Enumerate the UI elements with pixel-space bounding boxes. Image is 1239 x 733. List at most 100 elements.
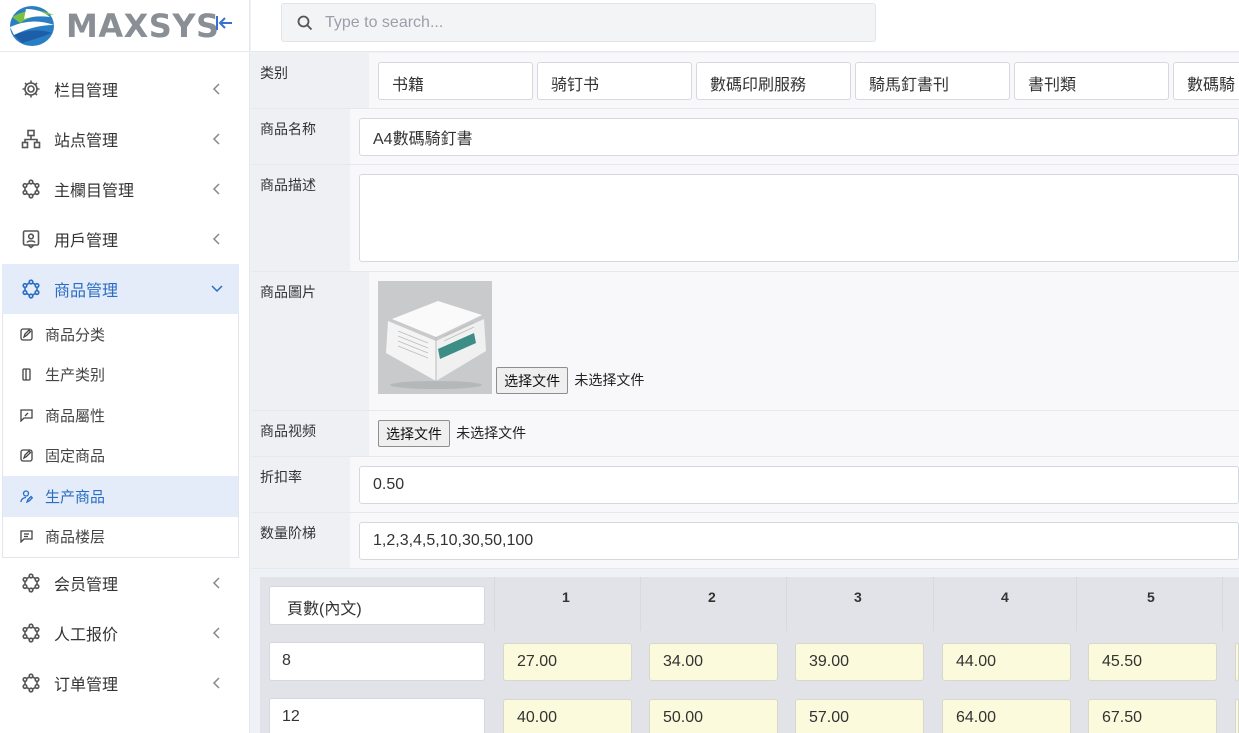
- sidebar-item-product-management[interactable]: 商品管理: [2, 264, 239, 314]
- submenu-item-label: 生产类别: [45, 367, 106, 385]
- price-input[interactable]: 40.00: [503, 699, 632, 733]
- comment-icon: [19, 530, 33, 544]
- image-file-status: 未选择文件: [574, 372, 645, 388]
- image-choose-file-button[interactable]: 选择文件: [496, 367, 569, 394]
- product-video-label: 商品视频: [251, 411, 369, 456]
- price-input[interactable]: 39.00: [795, 643, 924, 681]
- category-option[interactable]: 騎馬釘書刊: [855, 62, 1010, 100]
- price-input[interactable]: 27.00: [503, 643, 632, 681]
- sidebar-item-label: 用戶管理: [54, 233, 119, 250]
- category-field: 书籍 骑钉书 數碼印刷服務 騎馬釘書刊 書刊類 數碼騎: [369, 53, 1239, 108]
- gear-icon: [20, 78, 42, 100]
- sidebar-item-main-column-management[interactable]: 主欄目管理: [0, 164, 249, 214]
- sidebar-item-manual-quote[interactable]: 人工报价: [0, 608, 249, 658]
- product-description-input[interactable]: [359, 174, 1239, 262]
- product-video-row: 商品视频 选择文件 未选择文件: [251, 411, 1239, 457]
- pages-input[interactable]: 8: [269, 642, 485, 681]
- sitemap-icon: [20, 128, 42, 150]
- category-option[interactable]: 骑钉书: [537, 62, 692, 100]
- submenu-item-product-floors[interactable]: 商品楼层: [3, 517, 238, 558]
- hexagon-network-icon: [20, 572, 42, 594]
- category-option[interactable]: 數碼騎: [1173, 62, 1239, 100]
- chevron-down-icon: [211, 285, 223, 293]
- sidebar-item-user-management[interactable]: 用戶管理: [0, 214, 249, 264]
- category-option[interactable]: 書刊類: [1014, 62, 1169, 100]
- column-divider: [1222, 577, 1223, 631]
- product-name-input[interactable]: [359, 118, 1239, 156]
- search-icon: [297, 15, 313, 30]
- top-bar: [251, 0, 1239, 52]
- sidebar-item-member-management[interactable]: 会员管理: [0, 558, 249, 608]
- chevron-left-icon: [212, 627, 220, 639]
- chevron-left-icon: [212, 133, 220, 145]
- quantity-tiers-input[interactable]: [359, 522, 1239, 560]
- column-divider: [786, 577, 787, 631]
- hexagon-network-icon: [20, 278, 42, 300]
- sidebar-item-column-management[interactable]: 栏目管理: [0, 64, 249, 114]
- sidebar-item-site-management[interactable]: 站点管理: [0, 114, 249, 164]
- sidebar-item-label: 人工报价: [54, 627, 119, 644]
- hexagon-network-icon: [20, 672, 42, 694]
- brand-name: MAXSYS: [66, 6, 220, 45]
- submenu-item-product-attributes[interactable]: 商品屬性: [3, 395, 238, 436]
- quantity-tiers-label: 数量阶梯: [251, 513, 350, 568]
- chevron-left-icon: [212, 677, 220, 689]
- product-name-label: 商品名称: [251, 109, 350, 164]
- category-option[interactable]: 书籍: [378, 62, 533, 100]
- search-box[interactable]: [281, 3, 876, 42]
- edit-square-icon: [19, 449, 33, 463]
- chevron-left-icon: [212, 183, 220, 195]
- edit-square-icon: [19, 327, 33, 341]
- submenu-item-production-products[interactable]: 生产商品: [3, 476, 238, 517]
- collapse-sidebar-icon[interactable]: [213, 12, 235, 34]
- submenu-item-fixed-products[interactable]: 固定商品: [3, 436, 238, 477]
- quantity-tiers-field: [350, 513, 1239, 568]
- column-divider: [933, 577, 934, 631]
- sidebar-item-label: 会员管理: [54, 577, 119, 594]
- sidebar-item-label: 订单管理: [54, 677, 119, 694]
- price-input-partial[interactable]: [1235, 699, 1239, 733]
- sidebar-item-order-management[interactable]: 订单管理: [0, 658, 249, 708]
- product-description-label: 商品描述: [251, 165, 350, 271]
- submenu-item-label: 商品分类: [45, 326, 106, 344]
- sidebar-item-label: 栏目管理: [54, 83, 119, 100]
- price-input[interactable]: 34.00: [649, 643, 778, 681]
- maxsys-logo: [10, 5, 54, 46]
- price-input[interactable]: 45.50: [1088, 643, 1217, 681]
- sidebar-menu: 栏目管理 站点管理 主欄目管理 用戶管理 商品管理 商品分类 生产类别 商品屬性…: [0, 64, 249, 708]
- brand-header: MAXSYS: [0, 0, 249, 52]
- price-input[interactable]: 44.00: [942, 643, 1071, 681]
- pages-header-field[interactable]: 頁數(內文): [269, 586, 485, 625]
- quantity-column-header: 2: [708, 589, 716, 605]
- submenu-item-label: 生产商品: [45, 488, 106, 506]
- quantity-tiers-row: 数量阶梯: [251, 513, 1239, 569]
- pages-input[interactable]: 12: [269, 698, 485, 733]
- price-input[interactable]: 67.50: [1088, 699, 1217, 733]
- price-input[interactable]: 50.00: [649, 699, 778, 733]
- column-divider: [494, 577, 495, 631]
- submenu-item-product-category[interactable]: 商品分类: [3, 314, 238, 355]
- product-form: 类别 书籍骑钉书數碼印刷服務騎馬釘書刊書刊類數碼騎 商品名称 商品描述 商品圖片: [251, 53, 1239, 569]
- product-submenu: 商品分类 生产类别 商品屬性 固定商品 生产商品 商品楼层: [2, 314, 239, 558]
- quantity-column-header: 3: [854, 589, 862, 605]
- submenu-item-label: 商品楼层: [45, 529, 106, 547]
- sidebar-item-label: 站点管理: [54, 133, 119, 150]
- discount-input[interactable]: [359, 466, 1239, 504]
- video-file-status: 未选择文件: [456, 425, 527, 441]
- video-choose-file-button[interactable]: 选择文件: [378, 420, 450, 447]
- category-option[interactable]: 數碼印刷服務: [696, 62, 851, 100]
- price-input[interactable]: 64.00: [942, 699, 1071, 733]
- user-badge-icon: [20, 228, 42, 250]
- comment-edit-icon: [19, 408, 33, 422]
- price-input-partial[interactable]: [1235, 643, 1239, 681]
- chevron-left-icon: [212, 577, 220, 589]
- search-input[interactable]: [325, 13, 825, 32]
- submenu-item-label: 商品屬性: [45, 407, 106, 425]
- submenu-item-production-category[interactable]: 生产类别: [3, 355, 238, 396]
- hexagon-network-icon: [20, 622, 42, 644]
- column-divider: [640, 577, 641, 631]
- price-grid: 頁數(內文) 1 2 3 4 5 8 27.00 34.00 39.00 44.…: [260, 577, 1239, 733]
- price-input[interactable]: 57.00: [795, 699, 924, 733]
- hexagon-network-icon: [20, 178, 42, 200]
- column-divider: [1076, 577, 1077, 631]
